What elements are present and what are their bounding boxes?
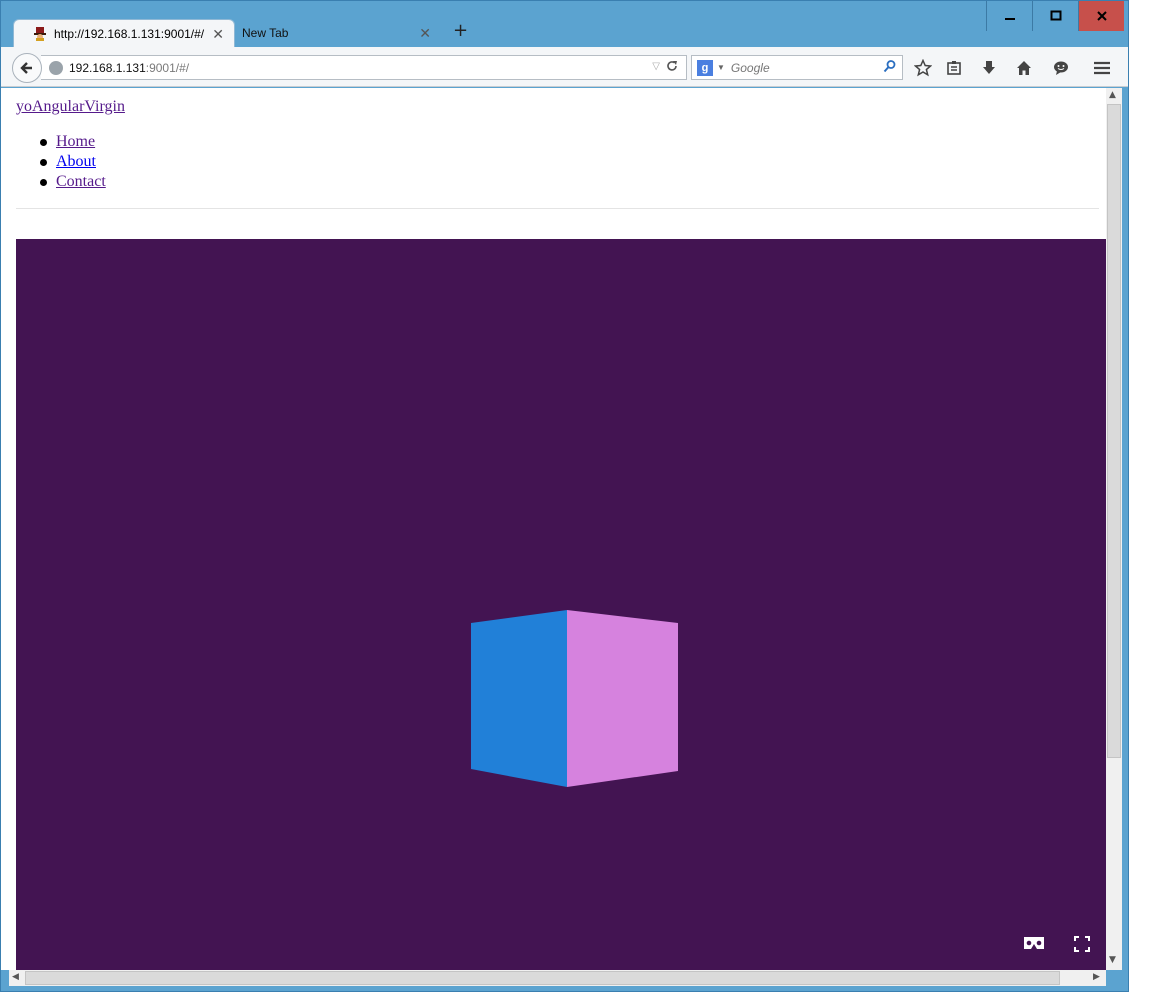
url-path: :9001/#/ bbox=[145, 60, 190, 75]
vertical-scrollbar[interactable]: ▲ ▼ bbox=[1106, 88, 1122, 970]
horizontal-scrollbar[interactable]: ◀ ▶ bbox=[9, 970, 1106, 986]
cube-right-face bbox=[567, 610, 678, 787]
fullscreen-icon[interactable] bbox=[1074, 936, 1090, 957]
tab-close-icon[interactable]: ✕ bbox=[419, 25, 431, 42]
google-engine-icon[interactable]: g bbox=[697, 59, 713, 76]
hat-favicon-icon bbox=[32, 26, 48, 42]
search-bar[interactable]: g ▼ Google bbox=[691, 55, 903, 80]
cube-canvas bbox=[471, 610, 678, 787]
close-icon bbox=[1096, 11, 1107, 21]
divider bbox=[16, 208, 1099, 209]
vr-cardboard-icon[interactable] bbox=[1023, 936, 1045, 955]
navigation-toolbar: 192.168.1.131:9001/#/ ▽ g ▼ Google bbox=[1, 47, 1128, 87]
chat-icon[interactable] bbox=[1051, 58, 1071, 78]
vertical-scroll-thumb[interactable] bbox=[1107, 104, 1121, 758]
brand-link[interactable]: yoAngularVirgin bbox=[16, 98, 125, 116]
tab-close-icon[interactable]: ✕ bbox=[212, 26, 224, 43]
nav-item-contact: Contact bbox=[40, 173, 106, 193]
scroll-left-icon[interactable]: ◀ bbox=[12, 972, 19, 982]
new-tab-button[interactable]: + bbox=[453, 20, 468, 41]
title-bar: http://192.168.1.131:9001/#/ ✕ New Tab ✕… bbox=[1, 1, 1128, 47]
url-host: 192.168.1.131 bbox=[69, 60, 146, 75]
scroll-up-icon[interactable]: ▲ bbox=[1109, 90, 1116, 100]
tab-new-tab[interactable]: New Tab ✕ bbox=[235, 19, 443, 47]
main-nav: Home About Contact bbox=[40, 133, 106, 193]
scroll-right-icon[interactable]: ▶ bbox=[1093, 972, 1100, 982]
url-bar[interactable]: 192.168.1.131:9001/#/ ▽ bbox=[41, 55, 687, 80]
globe-icon bbox=[49, 60, 63, 75]
bookmark-star-icon[interactable] bbox=[913, 58, 933, 78]
cube-left-face bbox=[471, 610, 567, 787]
back-arrow-icon bbox=[20, 62, 32, 74]
nav-link-home[interactable]: Home bbox=[56, 133, 95, 150]
home-icon[interactable] bbox=[1014, 58, 1034, 78]
menu-icon[interactable] bbox=[1092, 58, 1112, 78]
minimize-icon bbox=[1004, 18, 1015, 20]
reading-list-icon[interactable] bbox=[944, 58, 964, 78]
nav-item-about: About bbox=[40, 153, 106, 173]
close-window-button[interactable] bbox=[1078, 1, 1124, 31]
page-viewport: yoAngularVirgin Home About Contact bbox=[1, 88, 1106, 970]
tab-title: New Tab bbox=[242, 26, 289, 40]
download-icon[interactable] bbox=[979, 58, 999, 78]
maximize-icon bbox=[1050, 10, 1061, 21]
webgl-scene[interactable] bbox=[16, 239, 1106, 970]
history-dropdown-icon[interactable]: ▽ bbox=[652, 61, 660, 72]
chevron-down-icon[interactable]: ▼ bbox=[717, 63, 725, 72]
back-button[interactable] bbox=[12, 53, 42, 83]
search-icon[interactable] bbox=[883, 59, 897, 76]
tab-active[interactable]: http://192.168.1.131:9001/#/ ✕ bbox=[13, 19, 235, 47]
nav-item-home: Home bbox=[40, 133, 106, 153]
maximize-button[interactable] bbox=[1032, 1, 1078, 31]
tab-title: http://192.168.1.131:9001/#/ bbox=[54, 26, 205, 41]
browser-window: http://192.168.1.131:9001/#/ ✕ New Tab ✕… bbox=[0, 0, 1129, 992]
horizontal-scroll-thumb[interactable] bbox=[25, 971, 1060, 985]
minimize-button[interactable] bbox=[986, 1, 1032, 31]
reload-icon[interactable] bbox=[665, 59, 679, 76]
nav-link-about[interactable]: About bbox=[56, 153, 96, 170]
search-placeholder: Google bbox=[730, 60, 770, 75]
scroll-down-icon[interactable]: ▼ bbox=[1109, 955, 1116, 965]
nav-link-contact[interactable]: Contact bbox=[56, 173, 106, 190]
